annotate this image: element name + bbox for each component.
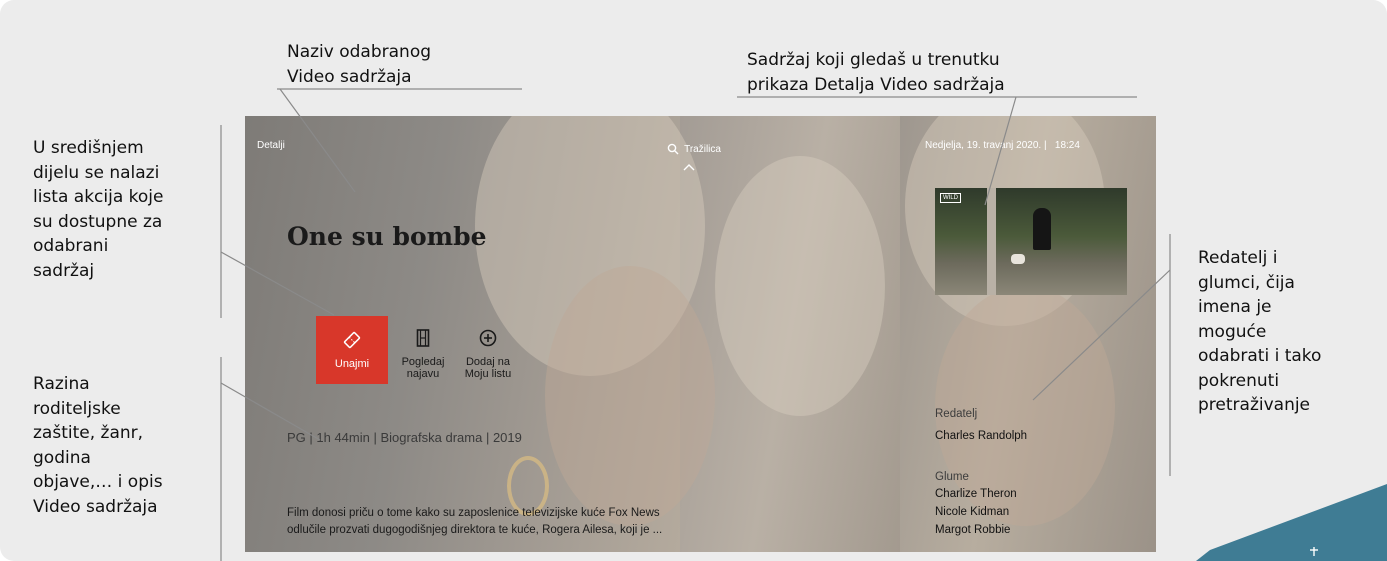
title-callout-pointer [279,88,356,193]
info-callout-pointer [220,382,321,441]
cast-callout-pointer [1032,269,1171,401]
actions-callout-pointer [220,251,335,316]
corner-decoration [1196,484,1387,561]
now-playing-callout-pointer [984,96,1017,206]
callout-connectors [220,88,1171,561]
